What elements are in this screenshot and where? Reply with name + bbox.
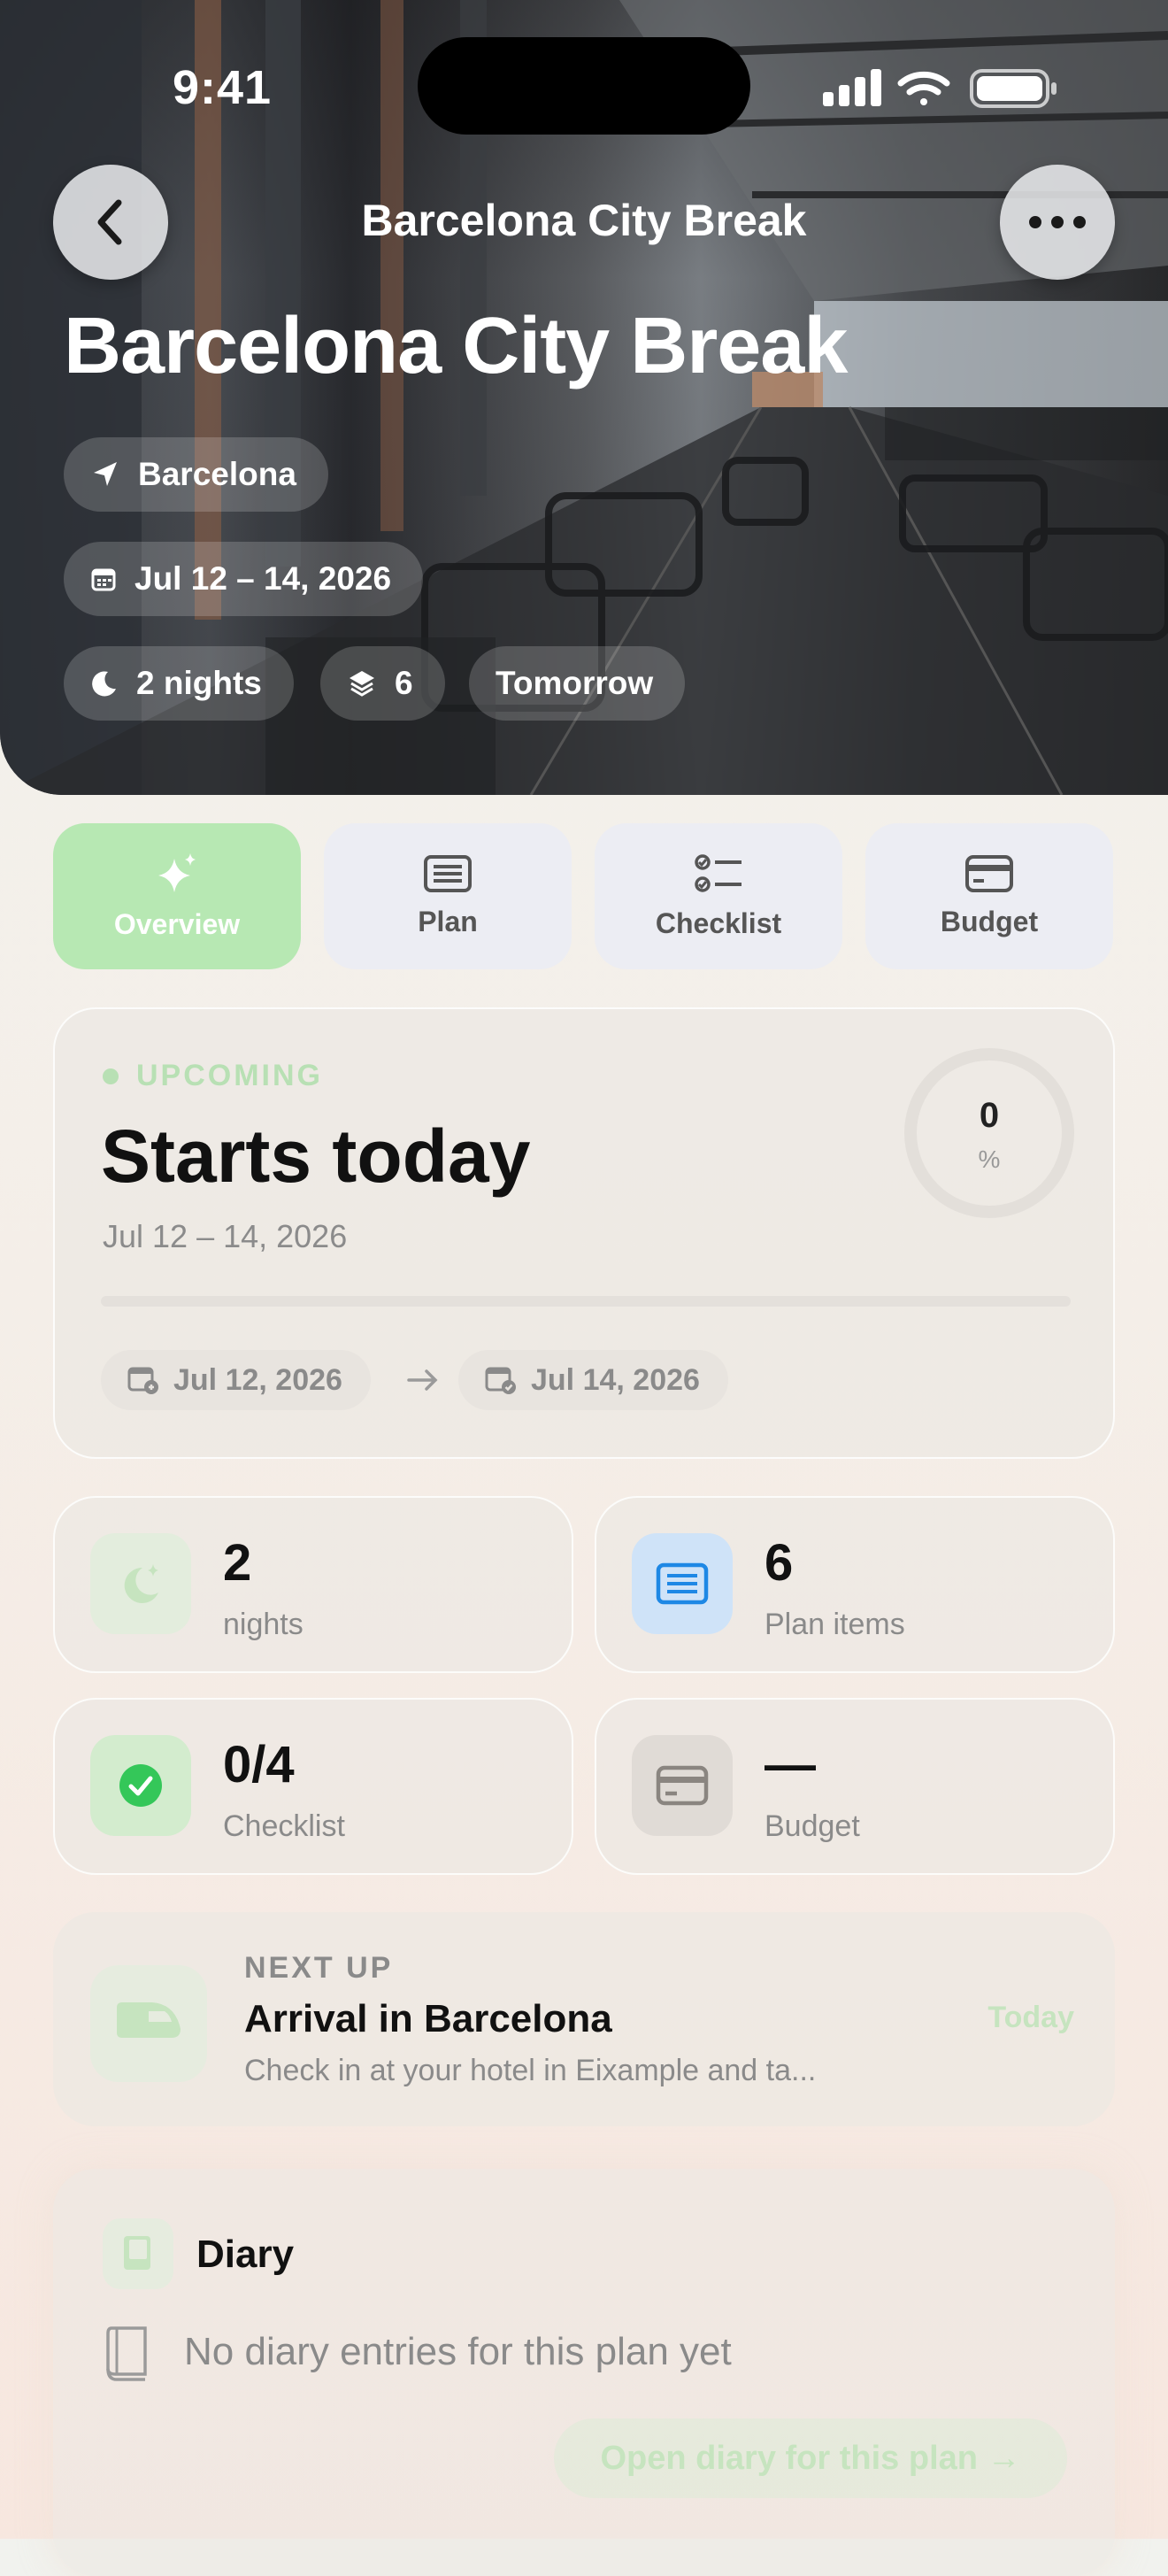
when-label: Tomorrow — [496, 665, 654, 701]
checkmark-circle-icon — [90, 1735, 191, 1836]
status-badge-label: UPCOMING — [136, 1059, 323, 1092]
stat-value: 0/4 — [223, 1736, 295, 1793]
diary-empty-text: No diary entries for this plan yet — [184, 2330, 732, 2373]
trip-status-card: UPCOMING Starts today Jul 12 – 14, 2026 … — [53, 1007, 1115, 1459]
sparkles-icon — [158, 853, 196, 892]
empty-book-icon — [106, 2326, 147, 2381]
calendar-end-icon — [485, 1367, 516, 1394]
tab-label: Plan — [418, 906, 478, 937]
train-icon — [90, 1965, 207, 2082]
dates-label: Jul 12 – 14, 2026 — [134, 560, 392, 597]
tab-label: Budget — [940, 906, 1039, 937]
stat-label: Checklist — [223, 1809, 345, 1843]
nights-label: 2 nights — [136, 665, 262, 701]
tab-checklist[interactable]: Checklist — [595, 823, 842, 969]
progress-value: 0 — [979, 1096, 1000, 1135]
next-up-title: Arrival in Barcelona — [244, 1997, 612, 2040]
list-icon — [632, 1533, 733, 1634]
dynamic-island — [418, 37, 750, 135]
status-time: 9:41 — [173, 61, 273, 114]
stat-budget[interactable]: — Budget — [595, 1698, 1115, 1875]
stat-plan-items[interactable]: 6 Plan items — [595, 1496, 1115, 1673]
diary-card: Diary No diary entries for this plan yet… — [53, 2169, 1115, 2576]
status-dot — [103, 1068, 119, 1084]
stat-label: nights — [223, 1608, 304, 1641]
card-icon — [965, 855, 1013, 892]
stat-nights[interactable]: 2 nights — [53, 1496, 573, 1673]
calendar-icon — [91, 568, 116, 591]
diary-book-icon — [103, 2218, 173, 2289]
when-chip[interactable]: Tomorrow — [469, 646, 686, 721]
stat-value: 2 — [223, 1534, 252, 1592]
location-chip[interactable]: Barcelona — [64, 437, 328, 512]
stat-value: 6 — [765, 1534, 794, 1592]
start-date: Jul 12, 2026 — [173, 1362, 342, 1397]
card-icon — [632, 1735, 733, 1836]
items-chip[interactable]: 6 — [320, 646, 445, 721]
status-headline: Starts today — [101, 1114, 531, 1198]
next-up-card[interactable]: NEXT UP Arrival in Barcelona Check in at… — [53, 1912, 1115, 2126]
end-date-pill: Jul 14, 2026 — [458, 1350, 728, 1410]
status-icons — [823, 69, 1057, 108]
arrow-right-icon — [407, 1369, 438, 1391]
status-bar: 9:41 — [0, 37, 1168, 135]
location-arrow-icon — [94, 462, 117, 486]
location-label: Barcelona — [138, 456, 296, 492]
stat-value: — — [765, 1736, 816, 1793]
nav-title: Barcelona City Break — [361, 196, 807, 245]
tab-label: Checklist — [655, 907, 782, 939]
open-diary-button[interactable]: Open diary for this plan → — [554, 2418, 1067, 2498]
calendar-start-icon — [127, 1367, 158, 1394]
nights-chip[interactable]: 2 nights — [64, 646, 294, 721]
end-date: Jul 14, 2026 — [531, 1362, 700, 1397]
more-button[interactable] — [1000, 165, 1115, 280]
tab-overview[interactable]: Overview — [53, 823, 301, 969]
signal-icon — [823, 69, 881, 106]
hero-header: 9:41 Barcelona City Break Barcelona City… — [0, 0, 1168, 795]
next-up-subtitle: Check in at your hotel in Eixample and t… — [244, 2054, 817, 2087]
tab-label: Overview — [113, 908, 241, 940]
layers-icon — [350, 671, 374, 697]
segmented-tabs: Overview Plan Checklist Budget — [53, 823, 1115, 972]
next-up-when: Today — [987, 2001, 1074, 2034]
dates-chip[interactable]: Jul 12 – 14, 2026 — [64, 542, 424, 616]
page-title: Barcelona City Break — [64, 302, 848, 390]
progress-unit: % — [978, 1145, 1001, 1173]
next-up-eyebrow: NEXT UP — [244, 1951, 394, 1985]
items-label: 6 — [395, 665, 413, 701]
battery-icon — [970, 69, 1057, 108]
ellipsis-icon — [1029, 216, 1086, 228]
moon-stars-icon — [90, 1533, 191, 1634]
wifi-icon — [897, 71, 950, 105]
progress-ring: 0 % — [904, 1048, 1074, 1218]
stat-label: Budget — [765, 1809, 860, 1843]
checklist-icon — [695, 854, 742, 892]
diary-title: Diary — [196, 2233, 295, 2276]
start-date-pill: Jul 12, 2026 — [101, 1350, 371, 1410]
tab-plan[interactable]: Plan — [324, 823, 572, 969]
status-date-range: Jul 12 – 14, 2026 — [103, 1218, 348, 1254]
list-icon — [424, 855, 472, 892]
tab-budget[interactable]: Budget — [865, 823, 1113, 969]
stat-checklist[interactable]: 0/4 Checklist — [53, 1698, 573, 1875]
status-badge: UPCOMING — [103, 1059, 323, 1093]
stat-label: Plan items — [765, 1608, 905, 1641]
moon-icon — [92, 671, 116, 697]
progress-bar — [101, 1296, 1071, 1307]
